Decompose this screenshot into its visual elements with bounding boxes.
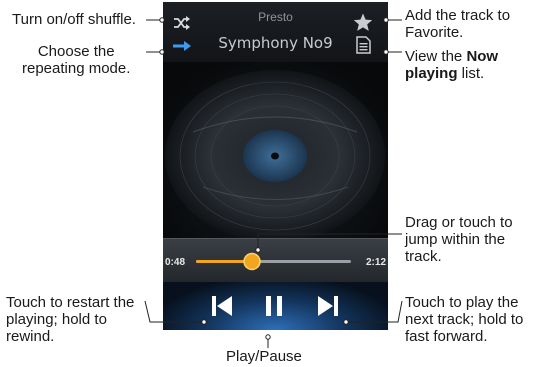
repeat-callout-line1: Choose the <box>37 43 115 60</box>
seek-callout-line1: Drag or touch to <box>405 214 513 231</box>
next-callout-line2: next track; hold to <box>405 311 524 328</box>
now-playing-callout-bold1: Now <box>466 48 499 65</box>
favorite-callout-line1: Add the track to <box>405 7 511 24</box>
next-callout: Touch to play the next track; hold to fa… <box>405 294 523 345</box>
shuffle-callout: Turn on/off shuffle. <box>12 11 136 28</box>
playpause-callout: Play/Pause <box>226 348 302 365</box>
now-playing-callout-text1: View the <box>405 48 467 65</box>
favorite-callout-line2: Favorite. <box>405 24 464 41</box>
repeat-callout: Choose the repeating mode. <box>22 43 130 77</box>
seek-callout-line3: track. <box>405 248 442 265</box>
seek-callout-line2: jump within the <box>405 231 506 248</box>
previous-callout-line3: rewind. <box>6 328 55 345</box>
next-callout-line1: Touch to play the <box>405 294 519 311</box>
now-playing-callout: View the Now playing list. <box>405 48 498 82</box>
previous-callout-line1: Touch to restart the <box>6 294 135 311</box>
repeat-callout-line2: repeating mode. <box>22 60 131 77</box>
now-playing-callout-bold2: playing <box>405 65 458 82</box>
next-callout-line3: fast forward. <box>405 328 488 345</box>
now-playing-callout-text2: list. <box>457 65 485 82</box>
favorite-callout: Add the track to Favorite. <box>405 7 510 41</box>
previous-callout-line2: playing; hold to <box>6 311 107 328</box>
previous-callout: Touch to restart the playing; hold to re… <box>6 294 134 345</box>
seek-callout: Drag or touch to jump within the track. <box>405 214 513 265</box>
